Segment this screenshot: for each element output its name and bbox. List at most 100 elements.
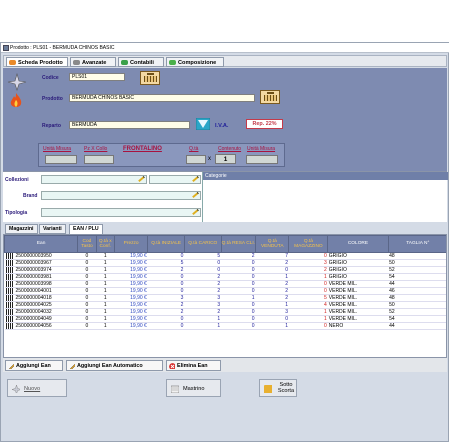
sotto-scorta-button[interactable]: Sotto Scorta bbox=[259, 379, 297, 397]
brand-field[interactable] bbox=[41, 191, 201, 200]
col-header[interactable]: Q.tà INIZIALE bbox=[147, 235, 185, 253]
table-cell: 3 bbox=[147, 294, 185, 302]
barcode-icon bbox=[5, 288, 14, 294]
col-header[interactable]: COLORE bbox=[327, 235, 389, 253]
table-cell: 0 bbox=[77, 301, 97, 309]
unita-misura2-field[interactable] bbox=[246, 155, 278, 164]
table-cell: 0 bbox=[221, 280, 256, 288]
tab-composizione[interactable]: Composizione bbox=[166, 57, 224, 67]
tab-avanzate[interactable]: Avanzate bbox=[70, 57, 116, 67]
ean-code: 2500000003981 bbox=[15, 274, 52, 280]
table-cell: 2 bbox=[184, 308, 222, 316]
table-row[interactable]: 2500000004056 0 1 19,90 €0 1 0 1 0 NERO 44 bbox=[4, 322, 446, 330]
delete-ean-button[interactable]: Elimina Ean bbox=[166, 360, 221, 371]
codice-keyboard-button[interactable] bbox=[140, 71, 160, 85]
unita-misura-field[interactable] bbox=[45, 155, 77, 164]
tab-magazzini[interactable]: Magazzini bbox=[5, 224, 38, 234]
table-row[interactable]: 2500000004001 0 1 19,90 €0 2 0 2 0 VERDE MIL. 46 bbox=[4, 287, 446, 295]
contenuto-qta-field[interactable]: 1 bbox=[215, 154, 236, 164]
table-cell: 0 bbox=[147, 273, 185, 281]
col-header[interactable]: TAGLIA N° bbox=[387, 235, 446, 253]
edit-pencil-icon[interactable] bbox=[192, 176, 198, 182]
tools-icon bbox=[73, 60, 80, 65]
table-cell: 0 bbox=[221, 273, 256, 281]
edit-pencil-icon[interactable] bbox=[192, 192, 198, 198]
reparto-field[interactable]: BERMUDA bbox=[69, 121, 190, 129]
col-header[interactable]: Cod Tasto bbox=[77, 235, 97, 253]
barcode-icon bbox=[5, 295, 14, 301]
table-row[interactable]: 2500000003998 0 1 19,90 €0 2 0 2 0 VERDE MIL. 44 bbox=[4, 280, 446, 288]
ean-code: 2500000003967 bbox=[15, 260, 52, 266]
tab-contabili[interactable]: Contabili bbox=[118, 57, 164, 67]
nuovo-button[interactable]: Nuovo bbox=[7, 379, 67, 397]
table-cell: 0 bbox=[221, 315, 256, 323]
classification-section: Collezioni Brand Tipologia Categorie bbox=[3, 171, 448, 222]
prodotto-keyboard-button[interactable] bbox=[260, 90, 280, 104]
table-row[interactable]: 2500000003950 0 1 19,90 €0 5 2 7 0 GRIGIO 48 bbox=[4, 252, 446, 260]
multiply-sign: x bbox=[208, 156, 211, 162]
frontalino-qta-field[interactable] bbox=[186, 155, 206, 164]
table-cell: 54 bbox=[388, 315, 446, 323]
table-row[interactable]: 2500000003981 0 1 19,90 €0 2 0 1 1 GRIGIO 54 bbox=[4, 273, 446, 281]
frontalino-label: FRONTALINO bbox=[123, 146, 162, 152]
table-cell: 19,90 € bbox=[114, 308, 148, 316]
pz-collo-field[interactable] bbox=[84, 155, 114, 164]
table-cell: VERDE MIL. bbox=[327, 308, 389, 316]
table-cell: 19,90 € bbox=[114, 315, 148, 323]
table-cell: 1 bbox=[255, 301, 289, 309]
table-cell: 0 bbox=[77, 322, 97, 330]
table-cell: 1 bbox=[221, 294, 256, 302]
pencil-icon bbox=[8, 363, 14, 369]
ean-code: 2500000004056 bbox=[15, 323, 52, 329]
mastrino-button[interactable]: Mastrino bbox=[166, 379, 221, 397]
table-cell: 0 bbox=[77, 252, 97, 260]
table-cell: 2500000003974 bbox=[4, 266, 78, 274]
edit-pencil-icon[interactable] bbox=[192, 209, 198, 215]
table-cell: 2500000003950 bbox=[4, 252, 78, 260]
reparto-label: Reparto bbox=[42, 123, 61, 129]
col-header[interactable]: Q.tà CARICO bbox=[183, 235, 222, 253]
alert-icon bbox=[264, 385, 272, 393]
tab-varianti[interactable]: Varianti bbox=[39, 224, 66, 234]
table-row[interactable]: 2500000004018 0 1 19,90 €3 3 1 2 5 VERDE MIL. 48 bbox=[4, 294, 446, 302]
table-cell: 19,90 € bbox=[114, 273, 148, 281]
table-row[interactable]: 2500000004032 0 1 19,90 €2 2 0 3 1 VERDE MIL. 52 bbox=[4, 308, 446, 316]
col-header[interactable]: Prezzo bbox=[113, 235, 149, 253]
tab-scheda-prodotto[interactable]: Scheda Prodotto bbox=[6, 57, 68, 67]
flame-icon bbox=[10, 93, 22, 107]
table-row[interactable]: 2500000004025 0 1 19,90 €2 3 0 1 4 VERDE MIL. 50 bbox=[4, 301, 446, 309]
table-cell: 0 bbox=[288, 252, 328, 260]
barcode-icon bbox=[5, 316, 14, 322]
table-cell: 1 bbox=[96, 315, 115, 323]
col-header[interactable]: Q.tà MAGAZZINO bbox=[288, 235, 329, 253]
table-cell: 0 bbox=[288, 322, 328, 330]
codice-field[interactable]: PLS01 bbox=[69, 73, 125, 81]
add-ean-button[interactable]: Aggiungi Ean bbox=[5, 360, 63, 371]
edit-pencil-icon[interactable] bbox=[138, 176, 144, 182]
table-row[interactable]: 2500000004049 0 1 19,90 €0 1 0 0 1 VERDE MIL. 54 bbox=[4, 315, 446, 323]
col-header[interactable]: Ean bbox=[4, 235, 79, 253]
table-row[interactable]: 2500000003967 0 1 19,90 €5 0 0 2 3 GRIGIO 50 bbox=[4, 259, 446, 267]
col-header[interactable]: Q.tà VENDUTA bbox=[255, 235, 290, 253]
table-cell: 19,90 € bbox=[114, 294, 148, 302]
tab-ean-plu[interactable]: EAN / PLU bbox=[69, 224, 103, 234]
add-ean-auto-button[interactable]: Aggiungi Ean Automatico bbox=[66, 360, 163, 371]
iva-rate-badge[interactable]: Rep. 22% bbox=[246, 119, 283, 129]
table-cell: 48 bbox=[388, 252, 446, 260]
table-cell: 2 bbox=[147, 266, 185, 274]
table-cell: 0 bbox=[77, 266, 97, 274]
col-header[interactable]: Q.tà RESA CLI. bbox=[220, 235, 257, 253]
table-cell: VERDE MIL. bbox=[327, 315, 389, 323]
barcode-icon bbox=[5, 260, 14, 266]
collezioni-field[interactable] bbox=[41, 175, 147, 184]
table-cell: 0 bbox=[221, 287, 256, 295]
col-header[interactable]: Q.tà x Conf. bbox=[95, 235, 115, 253]
barcode-icon bbox=[5, 309, 14, 315]
table-cell: 1 bbox=[288, 308, 328, 316]
reparto-dropdown-icon[interactable] bbox=[196, 118, 210, 130]
tipologia-field[interactable] bbox=[41, 208, 201, 217]
table-row[interactable]: 2500000003974 0 1 19,90 €2 0 0 0 2 GRIGIO 52 bbox=[4, 266, 446, 274]
table-cell: NERO bbox=[327, 322, 389, 330]
pencil-icon bbox=[69, 363, 75, 369]
prodotto-field[interactable]: BERMUDA CHINOS BASIC bbox=[69, 94, 255, 102]
